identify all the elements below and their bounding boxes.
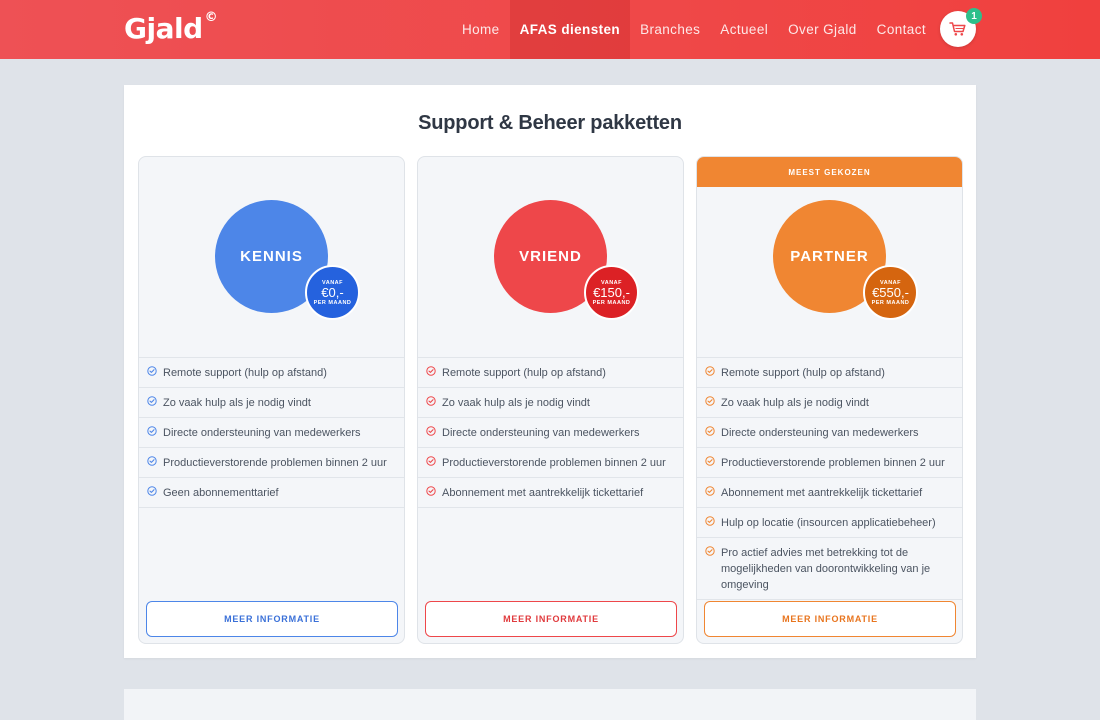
feature-item: Abonnement met aantrekkelijk tickettarie…	[418, 477, 683, 508]
price-value: €550,-	[872, 284, 909, 300]
feature-text: Directe ondersteuning van medewerkers	[721, 427, 919, 439]
feature-text: Directe ondersteuning van medewerkers	[163, 427, 361, 439]
price-period: PER MAAND	[871, 299, 910, 306]
check-circle-icon	[705, 516, 715, 526]
nav-over-gjald[interactable]: Over Gjald	[778, 0, 867, 59]
check-circle-icon	[426, 456, 436, 466]
feature-item: Directe ondersteuning van medewerkers	[697, 417, 962, 447]
check-circle-icon	[147, 396, 157, 406]
feature-item: Directe ondersteuning van medewerkers	[418, 417, 683, 447]
check-circle-icon	[705, 546, 715, 556]
feature-text: Directe ondersteuning van medewerkers	[442, 427, 640, 439]
cart-icon	[949, 22, 966, 36]
price-period: PER MAAND	[592, 299, 631, 306]
feature-text: Zo vaak hulp als je nodig vindt	[442, 397, 590, 409]
feature-item: Zo vaak hulp als je nodig vindt	[139, 387, 404, 417]
nav-home[interactable]: Home	[452, 0, 510, 59]
feature-item: Zo vaak hulp als je nodig vindt	[697, 387, 962, 417]
check-circle-icon	[147, 456, 157, 466]
feature-text: Abonnement met aantrekkelijk tickettarie…	[721, 487, 923, 499]
section-title: Support & Beheer pakketten	[418, 112, 682, 134]
main-nav: Home AFAS diensten Branches Actueel Over…	[452, 0, 936, 59]
feature-item: Pro actief advies met betrekking tot de …	[697, 537, 962, 600]
feature-text: Productieverstorende problemen binnen 2 …	[442, 457, 666, 469]
nav-contact[interactable]: Contact	[867, 0, 936, 59]
check-circle-icon	[705, 486, 715, 496]
feature-item: Zo vaak hulp als je nodig vindt	[418, 387, 683, 417]
check-circle-icon	[426, 426, 436, 436]
nav-afas-diensten[interactable]: AFAS diensten	[509, 0, 631, 59]
meer-informatie-button[interactable]: MEER INFORMATIE	[704, 601, 956, 637]
check-circle-icon	[147, 426, 157, 436]
feature-text: Remote support (hulp op afstand)	[442, 367, 606, 379]
site-header: Gjald © Home AFAS diensten Branches Actue…	[0, 0, 1100, 59]
feature-text: Zo vaak hulp als je nodig vindt	[721, 397, 869, 409]
feature-item: Directe ondersteuning van medewerkers	[139, 417, 404, 447]
price-period: PER MAAND	[313, 299, 352, 306]
feature-item: Remote support (hulp op afstand)	[139, 357, 404, 387]
feature-text: Productieverstorende problemen binnen 2 …	[163, 457, 387, 469]
feature-text: Productieverstorende problemen binnen 2 …	[721, 457, 945, 469]
plan-visual: PARTNER VANAF €550,- PER MAAND	[697, 157, 962, 357]
feature-text: Hulp op locatie (insourcen applicatiebeh…	[721, 517, 936, 529]
logo[interactable]: Gjald ©	[124, 10, 218, 45]
plan-name: KENNIS	[240, 248, 303, 265]
plan-name: PARTNER	[790, 248, 869, 265]
check-circle-icon	[426, 486, 436, 496]
plan-name: VRIEND	[519, 248, 582, 265]
price-value: €150,-	[593, 284, 630, 300]
feature-item: Geen abonnementtarief	[139, 477, 404, 508]
cart-button[interactable]: 1	[940, 8, 982, 47]
feature-text: Pro actief advies met betrekking tot de …	[721, 547, 931, 591]
feature-item: Remote support (hulp op afstand)	[697, 357, 962, 387]
next-section-panel	[124, 689, 976, 720]
cart-count-badge: 1	[966, 8, 982, 24]
feature-item: Productieverstorende problemen binnen 2 …	[697, 447, 962, 477]
check-circle-icon	[705, 426, 715, 436]
feature-text: Remote support (hulp op afstand)	[163, 367, 327, 379]
check-circle-icon	[705, 396, 715, 406]
feature-item: Remote support (hulp op afstand)	[418, 357, 683, 387]
nav-actueel[interactable]: Actueel	[710, 0, 778, 59]
plan-card-partner: MEEST GEKOZEN PARTNER VANAF €550,- PER M…	[696, 156, 963, 644]
feature-item: Productieverstorende problemen binnen 2 …	[418, 447, 683, 477]
logo-mark: ©	[204, 10, 218, 25]
check-circle-icon	[705, 456, 715, 466]
feature-list: Remote support (hulp op afstand) Zo vaak …	[697, 357, 962, 600]
plan-card-vriend: VRIEND VANAF €150,- PER MAAND Remote sup…	[417, 156, 684, 644]
feature-text: Geen abonnementtarief	[163, 487, 279, 499]
check-circle-icon	[147, 486, 157, 496]
feature-list: Remote support (hulp op afstand) Zo vaak …	[139, 357, 404, 508]
feature-item: Hulp op locatie (insourcen applicatiebeh…	[697, 507, 962, 537]
meer-informatie-button[interactable]: MEER INFORMATIE	[146, 601, 398, 637]
plan-visual: KENNIS VANAF €0,- PER MAAND	[139, 157, 404, 357]
price-value: €0,-	[321, 284, 344, 300]
feature-text: Zo vaak hulp als je nodig vindt	[163, 397, 311, 409]
logo-text: Gjald	[124, 12, 203, 45]
nav-branches[interactable]: Branches	[630, 0, 710, 59]
plan-visual: VRIEND VANAF €150,- PER MAAND	[418, 157, 683, 357]
price-circle: VANAF €150,- PER MAAND	[584, 265, 639, 320]
price-circle: VANAF €550,- PER MAAND	[863, 265, 918, 320]
feature-list: Remote support (hulp op afstand) Zo vaak …	[418, 357, 683, 508]
meer-informatie-button[interactable]: MEER INFORMATIE	[425, 601, 677, 637]
feature-text: Abonnement met aantrekkelijk tickettarie…	[442, 487, 644, 499]
check-circle-icon	[705, 366, 715, 376]
check-circle-icon	[426, 366, 436, 376]
feature-item: Abonnement met aantrekkelijk tickettarie…	[697, 477, 962, 507]
feature-text: Remote support (hulp op afstand)	[721, 367, 885, 379]
plan-card-kennis: KENNIS VANAF €0,- PER MAAND Remote suppo…	[138, 156, 405, 644]
price-circle: VANAF €0,- PER MAAND	[305, 265, 360, 320]
check-circle-icon	[426, 396, 436, 406]
feature-item: Productieverstorende problemen binnen 2 …	[139, 447, 404, 477]
check-circle-icon	[147, 366, 157, 376]
